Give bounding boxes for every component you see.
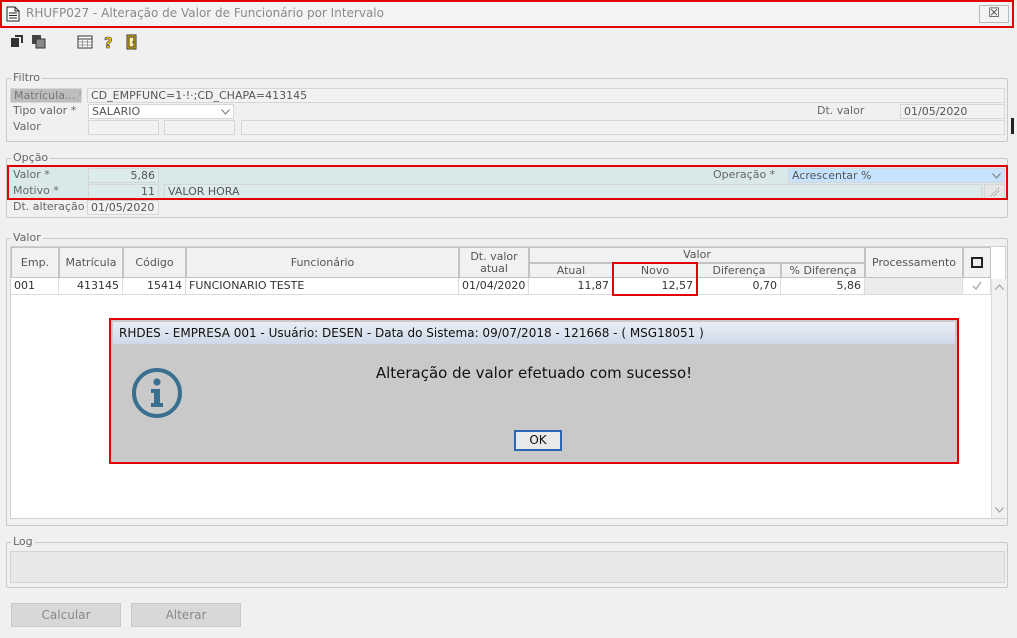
valor-from-field[interactable] — [88, 120, 159, 135]
row-checkbox[interactable] — [963, 278, 991, 295]
dialog-title: RHDES - EMPRESA 001 - Usuário: DESEN - D… — [113, 322, 955, 344]
copy-icon[interactable] — [31, 34, 47, 50]
col-header-funcionario[interactable]: Funcionário — [186, 247, 459, 278]
col-header-atual[interactable]: Atual — [529, 263, 613, 278]
chevron-down-icon[interactable] — [995, 507, 1004, 513]
chevron-up-icon[interactable] — [995, 284, 1004, 290]
select-all-checkbox[interactable] — [971, 257, 983, 268]
valor-filter-label: Valor — [13, 120, 41, 133]
opcao-legend: Opção — [11, 151, 51, 164]
col-group-valor: Valor — [529, 247, 865, 263]
col-header-select-all[interactable] — [963, 247, 991, 278]
dt-alteracao-label: Dt. alteração * — [13, 200, 94, 213]
dialog-message: Alteração de valor efetuado com sucesso! — [375, 364, 693, 382]
window-title-bar: RHUFP027 - Alteração de Valor de Funcion… — [0, 0, 1014, 28]
col-header-diferenca[interactable]: Diferença — [697, 263, 781, 278]
cell-processamento — [865, 278, 963, 295]
ok-button[interactable]: OK — [514, 430, 562, 451]
cell-codigo: 15414 — [123, 278, 186, 295]
document-icon — [6, 6, 20, 22]
col-header-dt-valor-atual[interactable]: Dt. valor atual — [459, 247, 529, 278]
valor-to-field[interactable] — [164, 120, 235, 135]
tipo-valor-value: SALARIO — [92, 105, 141, 118]
alterar-button[interactable]: Alterar — [131, 603, 241, 627]
export-icon[interactable] — [9, 34, 25, 50]
dt-alteracao-field[interactable]: 01/05/2020 — [87, 200, 159, 215]
calendar-grid-icon[interactable] — [77, 34, 93, 50]
cell-emp: 001 — [11, 278, 59, 295]
cell-diferenca: 0,70 — [697, 278, 781, 295]
help-icon[interactable]: ? — [101, 34, 117, 50]
calcular-button[interactable]: Calcular — [11, 603, 121, 627]
grid-scrollbar[interactable] — [991, 279, 1006, 518]
cell-matricula: 413145 — [59, 278, 123, 295]
matricula-label[interactable]: Matrícula... * — [10, 88, 82, 103]
col-header-matricula[interactable]: Matrícula — [59, 247, 123, 278]
chevron-down-icon — [221, 109, 230, 115]
valor-legend: Valor — [11, 231, 43, 244]
cursor-marker — [1011, 118, 1014, 134]
check-icon — [972, 281, 982, 291]
cell-atual: 11,87 — [529, 278, 613, 295]
cell-funcionario: FUNCIONARIO TESTE — [186, 278, 459, 295]
log-legend: Log — [11, 535, 35, 548]
window-title: RHUFP027 - Alteração de Valor de Funcion… — [26, 6, 384, 20]
svg-text:?: ? — [104, 34, 113, 50]
cell-pct-diferenca: 5,86 — [781, 278, 865, 295]
tipo-valor-label: Tipo valor * — [13, 104, 77, 117]
filtro-legend: Filtro — [11, 71, 42, 84]
log-area — [10, 551, 1005, 583]
dt-valor-label: Dt. valor — [817, 104, 865, 117]
exit-door-icon[interactable] — [124, 34, 140, 50]
dt-valor-field[interactable]: 01/05/2020 — [900, 104, 1005, 119]
matricula-field[interactable]: CD_EMPFUNC=1·!·;CD_CHAPA=413145 — [87, 88, 1005, 103]
close-button[interactable]: ☒ — [979, 5, 1009, 23]
table-row[interactable]: 001 413145 15414 FUNCIONARIO TESTE 01/04… — [11, 278, 991, 295]
opcao-highlight-box — [7, 165, 1008, 200]
novo-highlight-box — [612, 262, 698, 296]
col-header-processamento[interactable]: Processamento — [865, 247, 963, 278]
valor-extra-field[interactable] — [241, 120, 1005, 135]
col-header-emp[interactable]: Emp. — [11, 247, 59, 278]
col-header-codigo[interactable]: Código — [123, 247, 186, 278]
message-dialog: RHDES - EMPRESA 001 - Usuário: DESEN - D… — [109, 318, 959, 464]
col-header-pct-diferenca[interactable]: % Diferença — [781, 263, 865, 278]
tipo-valor-select[interactable]: SALARIO — [88, 104, 234, 119]
cell-dt-valor-atual: 01/04/2020 — [459, 278, 529, 295]
